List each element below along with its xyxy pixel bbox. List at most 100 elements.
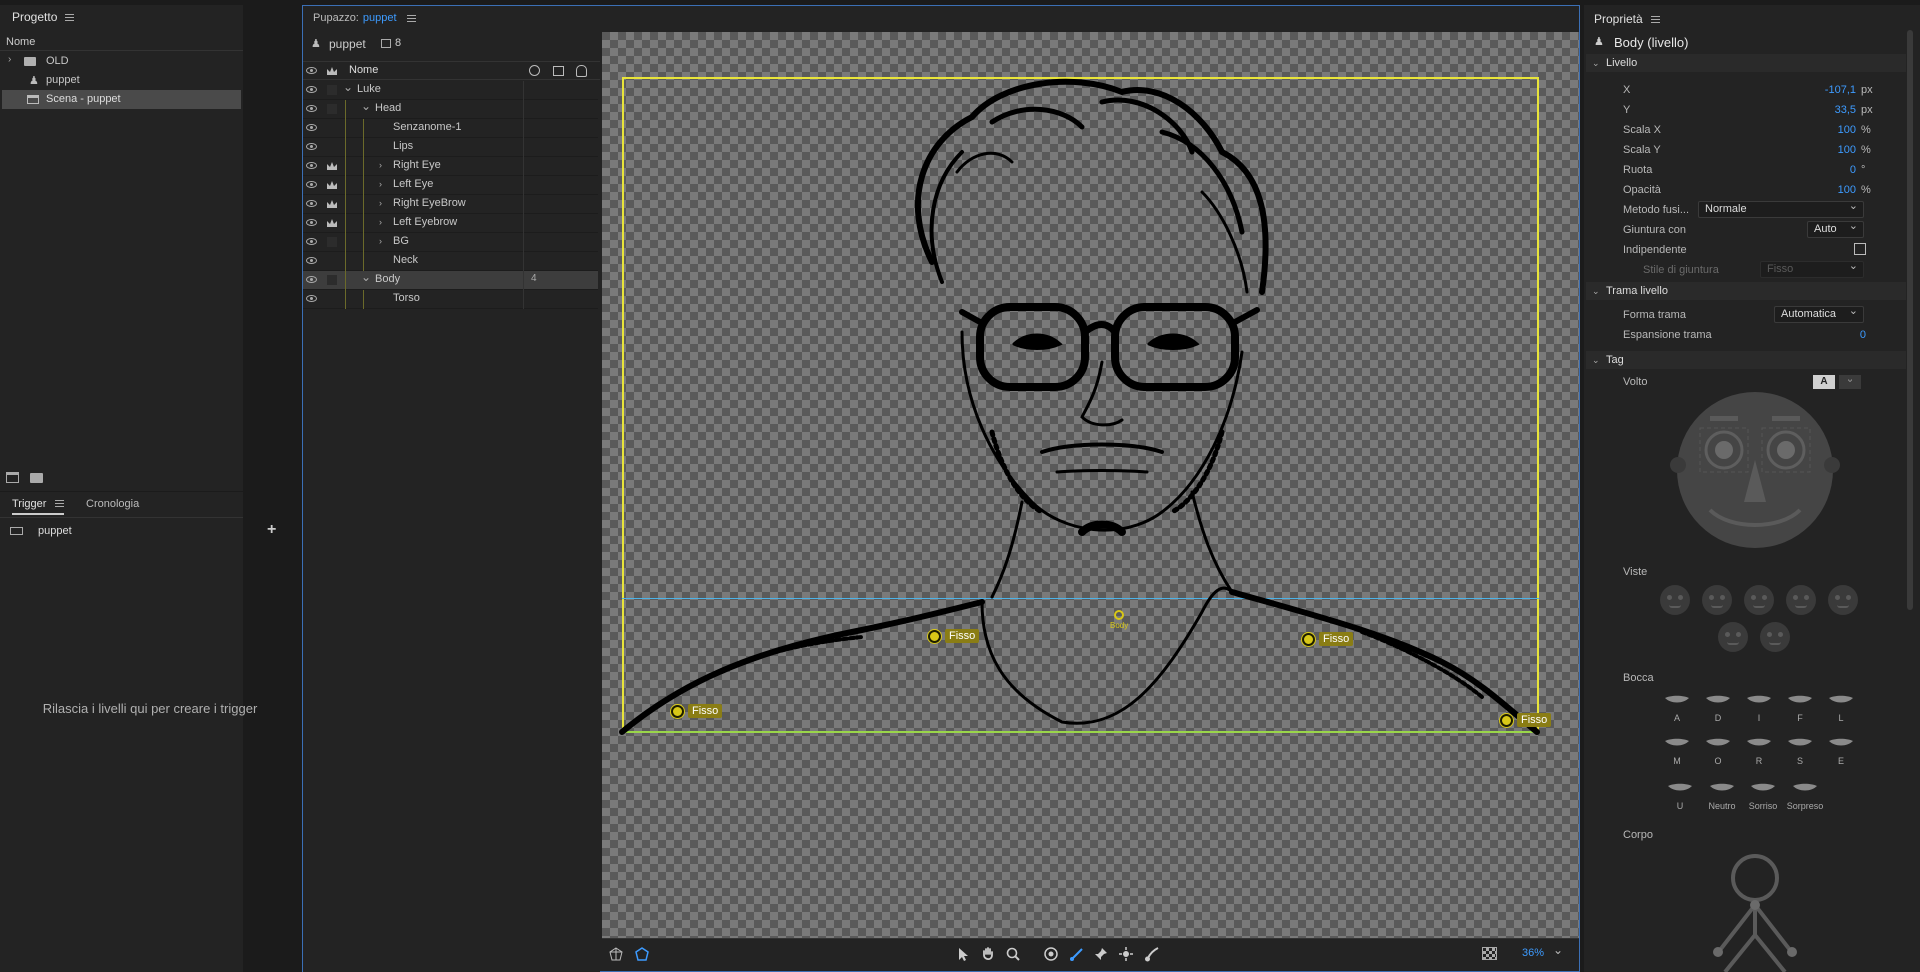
mouth-shape-icon[interactable] (1704, 738, 1732, 748)
solo-toggle[interactable] (327, 85, 337, 95)
view-face-icon[interactable] (1718, 622, 1748, 652)
outline-view-icon[interactable] (634, 946, 650, 962)
mouth-shape-icon[interactable] (1786, 738, 1814, 748)
mouth-shape-icon[interactable] (1745, 738, 1773, 748)
layer-row[interactable]: Torso (303, 290, 598, 309)
view-face-icon[interactable] (1786, 585, 1816, 615)
hand-tool-icon[interactable] (980, 946, 996, 962)
view-face-icon[interactable] (1760, 622, 1790, 652)
layer-row[interactable]: › Left Eyebrow (303, 214, 598, 233)
face-mode-icon[interactable]: ᵕ (1839, 375, 1861, 389)
mouth-shape-icon[interactable] (1749, 783, 1777, 793)
project-menu-icon[interactable] (65, 13, 75, 21)
prop-rotation-value[interactable]: 0 (1800, 164, 1856, 176)
visibility-icon[interactable] (306, 105, 317, 112)
pin-icon[interactable] (1500, 713, 1513, 727)
prop-scaley-value[interactable]: 100 (1800, 144, 1856, 156)
zoom-tool-icon[interactable] (1005, 946, 1021, 962)
puppet-panel-title-name[interactable]: puppet (363, 12, 397, 24)
layer-row[interactable]: ⌄ Head (303, 99, 598, 119)
crown-icon[interactable] (326, 217, 338, 229)
chevron-down-icon[interactable]: ⌄ (1553, 943, 1563, 957)
project-item-old[interactable]: › OLD (0, 52, 243, 71)
visibility-icon[interactable] (306, 162, 317, 169)
mouth-shape-icon[interactable] (1704, 695, 1732, 705)
crown-icon[interactable] (326, 160, 338, 172)
pin-tool-icon[interactable] (1093, 946, 1109, 962)
chevron-right-icon[interactable]: › (8, 54, 11, 65)
handle-tool-icon[interactable] (1118, 946, 1134, 962)
pin-icon[interactable] (671, 704, 684, 718)
layer-row[interactable]: › BG (303, 233, 598, 252)
solo-toggle[interactable] (327, 237, 337, 247)
mouth-shape-icon[interactable] (1786, 695, 1814, 705)
layer-row[interactable]: Lips (303, 138, 598, 157)
layer-row[interactable]: Neck (303, 252, 598, 271)
section-livello[interactable]: ⌄ Livello (1586, 54, 1906, 72)
project-item-puppet[interactable]: ♟ puppet (0, 71, 243, 90)
visibility-icon[interactable] (306, 86, 317, 93)
origin-tool-icon[interactable] (1043, 946, 1059, 962)
puppet-rig-icon[interactable] (576, 65, 587, 77)
blend-mode-dropdown[interactable]: Normale (1698, 199, 1864, 218)
mouth-shape-icon[interactable] (1666, 783, 1694, 793)
chevron-right-icon[interactable]: › (379, 160, 382, 170)
tab-trigger[interactable]: Trigger (12, 498, 64, 515)
mouth-shape-icon[interactable] (1791, 783, 1819, 793)
visibility-icon[interactable] (306, 143, 317, 150)
mouth-shape-icon[interactable] (1827, 738, 1855, 748)
visibility-icon[interactable] (306, 276, 317, 283)
visibility-icon[interactable] (306, 124, 317, 131)
zoom-level[interactable]: 36% (1522, 947, 1544, 959)
section-trama-livello[interactable]: ⌄ Trama livello (1586, 282, 1906, 300)
visibility-icon[interactable] (306, 238, 317, 245)
layer-row[interactable]: ⌄ Body 4 (303, 270, 598, 290)
body-tag-diagram[interactable] (1700, 850, 1810, 972)
trigger-menu-icon[interactable] (54, 500, 64, 507)
prop-y-value[interactable]: 33,5 (1800, 104, 1856, 116)
pin-left-shoulder[interactable]: Fisso (928, 629, 980, 643)
view-face-icon[interactable] (1660, 585, 1690, 615)
pin-right-bottom[interactable]: Fisso (1500, 713, 1552, 727)
chevron-right-icon[interactable]: › (379, 198, 382, 208)
pin-right-shoulder[interactable]: Fisso (1302, 632, 1354, 646)
stick-tool-icon[interactable] (1069, 946, 1085, 962)
transparency-grid-icon[interactable] (1482, 947, 1497, 960)
mouth-shape-icon[interactable] (1708, 783, 1736, 793)
project-item-scene[interactable]: Scena - puppet (2, 90, 241, 109)
mesh-view-icon[interactable] (608, 946, 624, 962)
crown-icon[interactable] (326, 198, 338, 210)
layer-row[interactable]: Senzanome-1 (303, 119, 598, 138)
mouth-shape-icon[interactable] (1827, 695, 1855, 705)
new-folder-icon[interactable] (30, 473, 43, 483)
mouth-shape-icon[interactable] (1663, 695, 1691, 705)
pin-left-bottom[interactable]: Fisso (671, 704, 723, 718)
new-scene-icon[interactable] (6, 472, 19, 483)
solo-toggle[interactable] (327, 275, 337, 285)
independent-checkbox[interactable] (1854, 243, 1866, 255)
view-face-icon[interactable] (1744, 585, 1774, 615)
visibility-icon[interactable] (306, 200, 317, 207)
chevron-down-icon[interactable]: ⌄ (361, 99, 371, 113)
origin-handle[interactable]: Body (1110, 610, 1128, 630)
join-with-dropdown[interactable]: Auto (1807, 219, 1864, 238)
layer-row[interactable]: › Right EyeBrow (303, 195, 598, 214)
chevron-right-icon[interactable]: › (379, 236, 382, 246)
properties-scrollbar[interactable] (1907, 30, 1913, 610)
chevron-right-icon[interactable]: › (379, 217, 382, 227)
view-face-icon[interactable] (1702, 585, 1732, 615)
text-mode-icon[interactable]: A (1813, 375, 1835, 389)
record-icon[interactable] (529, 65, 540, 76)
pin-icon[interactable] (928, 629, 941, 643)
chevron-down-icon[interactable]: ⌄ (343, 80, 353, 94)
visibility-icon[interactable] (306, 295, 317, 302)
properties-menu-icon[interactable] (1650, 15, 1660, 23)
visibility-icon[interactable] (306, 257, 317, 264)
layer-row[interactable]: ⌄ Luke (303, 80, 598, 100)
face-tag-diagram[interactable] (1670, 390, 1840, 550)
chevron-down-icon[interactable]: ⌄ (361, 270, 371, 284)
layer-row[interactable]: › Right Eye (303, 157, 598, 176)
add-icon[interactable]: + (267, 521, 276, 539)
prop-x-value[interactable]: -107,1 (1800, 84, 1856, 96)
mouth-shape-icon[interactable] (1663, 738, 1691, 748)
